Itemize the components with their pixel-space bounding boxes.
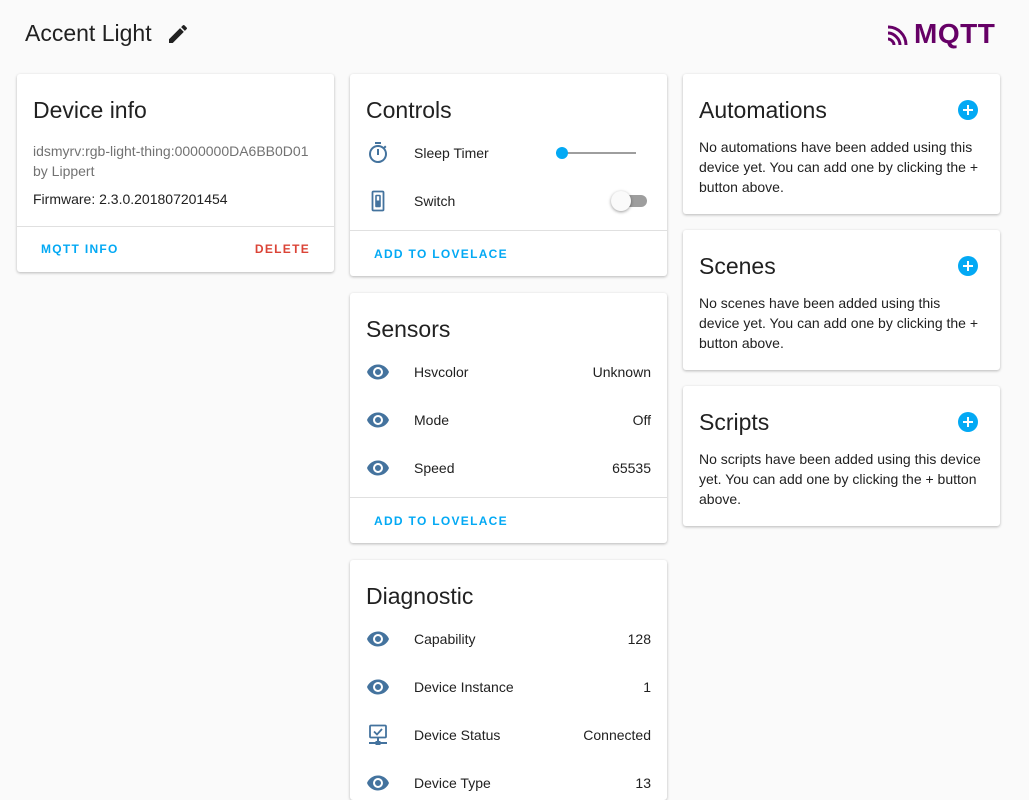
diagnostic-value: 13	[635, 775, 651, 791]
card-title: Device info	[33, 97, 147, 123]
sensors-card: Sensors Hsvcolor Unknown Mode Off Speed …	[350, 293, 667, 543]
add-to-lovelace-button[interactable]: ADD TO LOVELACE	[374, 246, 508, 262]
logo-text: MQTT	[914, 18, 996, 49]
diagnostic-row[interactable]: Device Type 13	[350, 768, 667, 798]
diagnostic-row[interactable]: Capability 128	[350, 624, 667, 654]
mqtt-info-button[interactable]: MQTT INFO	[41, 241, 119, 257]
network-check-icon	[369, 724, 387, 745]
pencil-icon	[169, 24, 188, 43]
control-label: Sleep Timer	[414, 145, 489, 161]
divider	[350, 230, 667, 231]
card-title: Sensors	[366, 316, 451, 342]
eye-icon	[367, 631, 389, 647]
eye-icon	[367, 775, 389, 791]
eye-icon	[367, 679, 389, 695]
add-automation-button[interactable]	[958, 100, 978, 120]
sensor-label: Mode	[414, 412, 450, 428]
diagnostic-label: Device Instance	[414, 679, 514, 695]
card-title: Scenes	[699, 253, 776, 279]
scripts-empty-text: No scripts have been added using this de…	[699, 451, 981, 507]
card-title: Automations	[699, 97, 827, 123]
mqtt-logo: MQTT	[886, 18, 998, 50]
divider	[350, 497, 667, 498]
eye-icon	[367, 460, 389, 476]
add-scene-button[interactable]	[958, 256, 978, 276]
device-model: idsmyrv:rgb-light-thing:0000000DA6BB0D01	[33, 143, 309, 159]
sensor-value: Off	[632, 412, 651, 428]
edit-name-button[interactable]	[166, 22, 190, 46]
scripts-card: Scripts No scripts have been added using…	[683, 386, 1000, 526]
sensor-value: 65535	[612, 460, 651, 476]
diagnostic-row[interactable]: Device Instance 1	[350, 672, 667, 702]
add-script-button[interactable]	[958, 412, 978, 432]
controls-card: Controls Sleep Timer Switch ADD TO LOVEL…	[350, 74, 667, 276]
diagnostic-row[interactable]: Device Status Connected	[350, 720, 667, 750]
device-firmware: Firmware: 2.3.0.201807201454	[33, 191, 228, 207]
slider-knob[interactable]	[556, 147, 568, 159]
timer-icon	[369, 142, 387, 163]
diagnostic-value: 1	[643, 679, 651, 695]
control-label: Switch	[414, 193, 456, 209]
scenes-card: Scenes No scenes have been added using t…	[683, 230, 1000, 370]
page-title: Accent Light	[25, 20, 152, 46]
card-title: Scripts	[699, 409, 770, 435]
divider	[17, 226, 334, 227]
automations-card: Automations No automations have been add…	[683, 74, 1000, 214]
signal-waves-icon	[887, 25, 908, 46]
switch-toggle[interactable]	[611, 191, 647, 211]
page-header: Accent Light MQTT	[0, 0, 1029, 68]
diagnostic-value: 128	[627, 631, 651, 647]
slider-track	[556, 152, 636, 154]
sensor-row[interactable]: Mode Off	[350, 405, 667, 435]
diagnostic-label: Capability	[414, 631, 476, 647]
light-switch-icon	[371, 190, 385, 212]
sensor-value: Unknown	[592, 364, 651, 380]
eye-icon	[367, 412, 389, 428]
sensor-row[interactable]: Speed 65535	[350, 453, 667, 483]
sleep-timer-slider[interactable]	[556, 147, 636, 159]
eye-icon	[367, 364, 389, 380]
sensor-label: Speed	[414, 460, 455, 476]
diagnostic-card: Diagnostic Capability 128 Device Instanc…	[350, 560, 667, 800]
card-title: Controls	[366, 97, 452, 123]
automations-empty-text: No automations have been added using thi…	[699, 139, 979, 195]
diagnostic-label: Device Type	[414, 775, 491, 791]
control-row-sleep-timer[interactable]: Sleep Timer	[350, 138, 667, 168]
device-manufacturer: by Lippert	[33, 163, 95, 179]
diagnostic-label: Device Status	[414, 727, 501, 743]
delete-button[interactable]: DELETE	[255, 241, 310, 257]
add-to-lovelace-button[interactable]: ADD TO LOVELACE	[374, 513, 508, 529]
scenes-empty-text: No scenes have been added using this dev…	[699, 295, 979, 351]
diagnostic-value: Connected	[583, 727, 651, 743]
toggle-thumb	[611, 191, 631, 211]
sensor-row[interactable]: Hsvcolor Unknown	[350, 357, 667, 387]
control-row-switch[interactable]: Switch	[350, 186, 667, 216]
card-title: Diagnostic	[366, 583, 474, 609]
device-info-card: Device info idsmyrv:rgb-light-thing:0000…	[17, 74, 334, 272]
sensor-label: Hsvcolor	[414, 364, 469, 380]
